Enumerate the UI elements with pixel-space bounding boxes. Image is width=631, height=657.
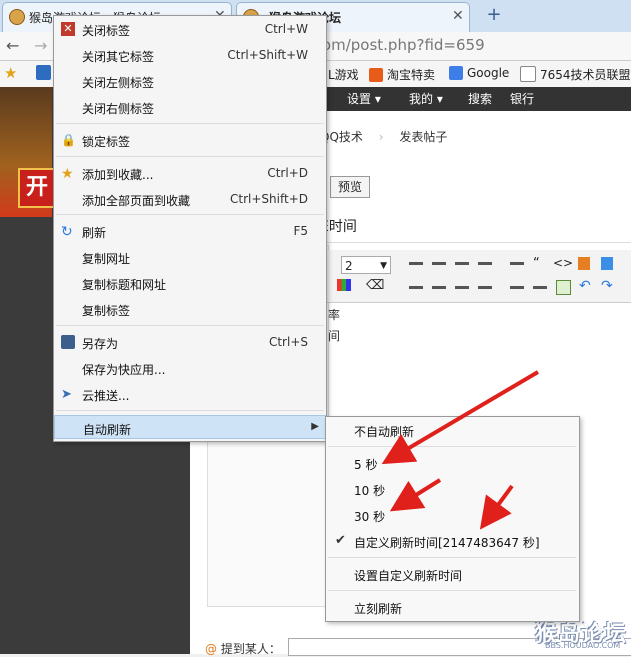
arrow-to-5s-icon	[381, 370, 540, 465]
annotation-arrows	[381, 370, 540, 530]
arrow-to-10s-icon	[389, 478, 442, 512]
arrow-to-custom-icon	[479, 484, 514, 530]
